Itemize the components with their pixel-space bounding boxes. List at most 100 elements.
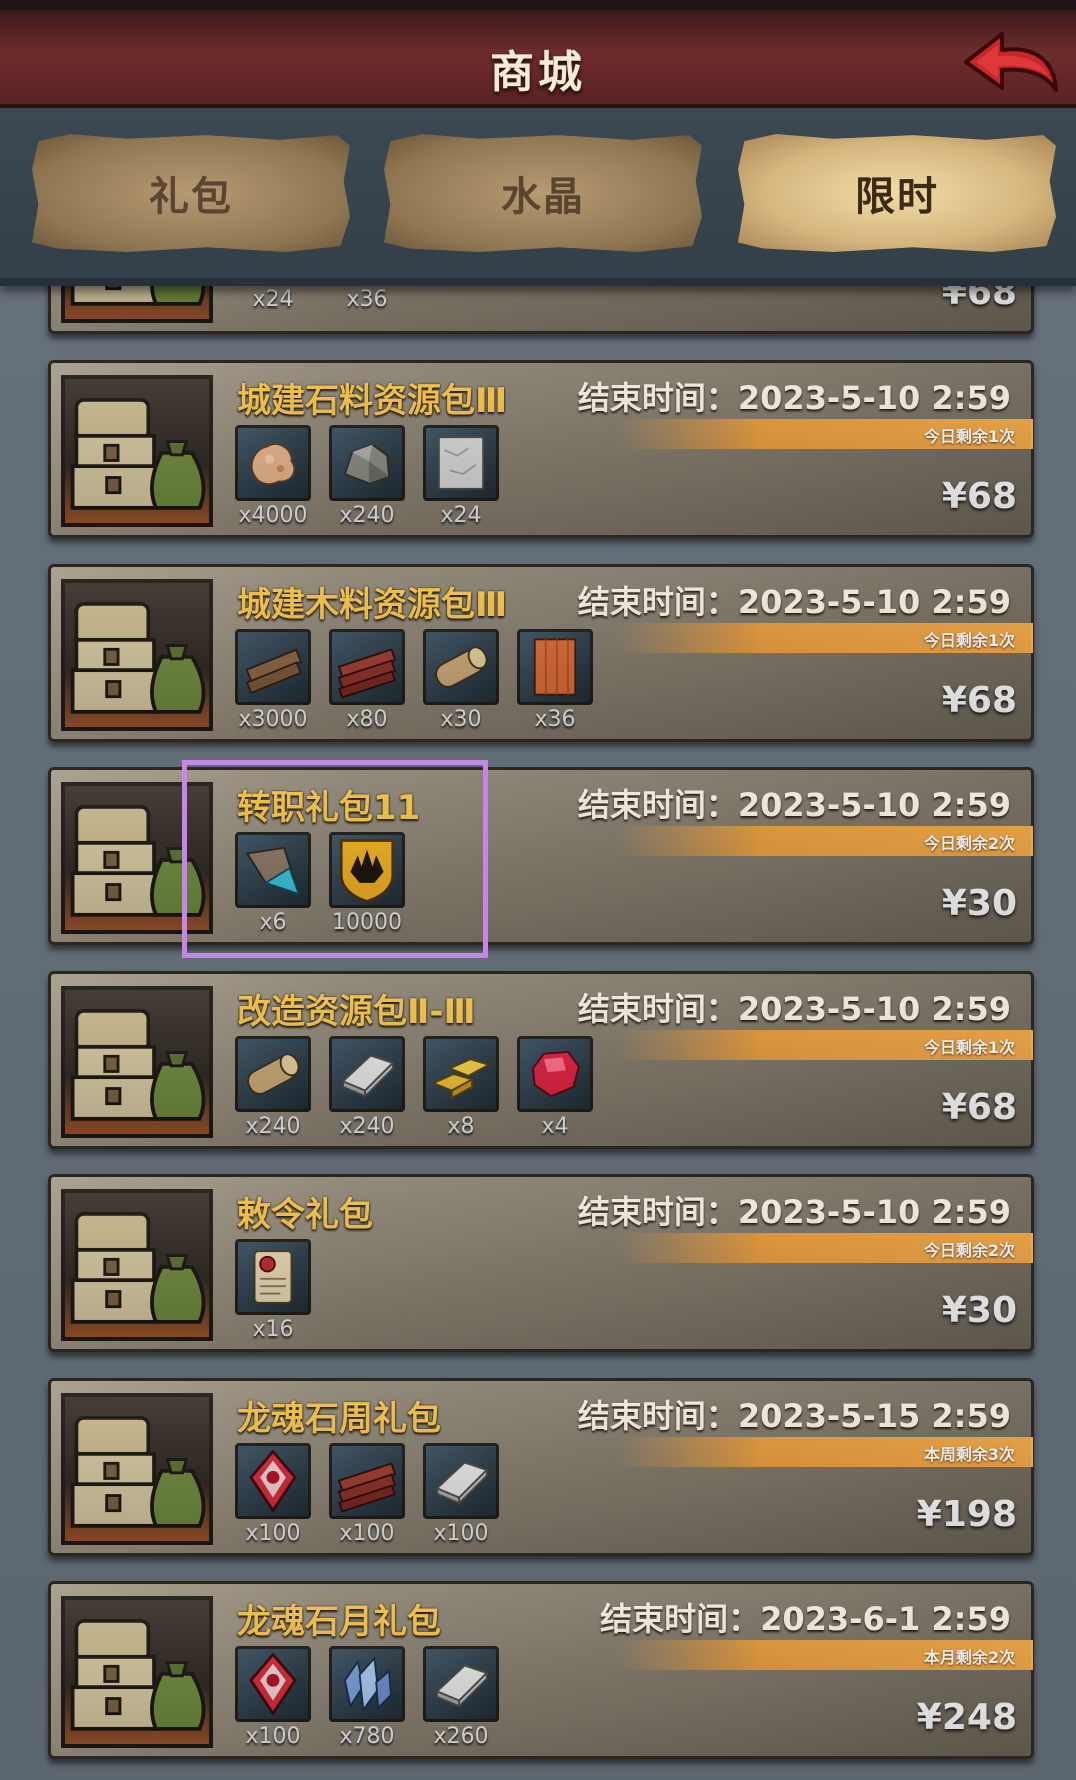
package-name: 城建石料资源包Ⅲ	[237, 381, 508, 421]
chest-icon	[61, 985, 213, 1138]
iron-ingot-icon	[423, 1442, 499, 1519]
price-button[interactable]: ¥248	[917, 1697, 1017, 1738]
tab-limited-time[interactable]: 限时	[738, 134, 1056, 252]
item-quantity: x36	[534, 706, 576, 732]
chest-icon	[61, 1596, 213, 1748]
reward-item[interactable]: x240	[329, 425, 405, 535]
log-icon	[235, 1035, 311, 1112]
item-quantity: x4	[541, 1113, 569, 1139]
reward-item[interactable]: x780	[329, 1646, 405, 1756]
item-quantity: x16	[252, 1317, 294, 1342]
package-name: 龙魂石周礼包	[237, 1398, 441, 1439]
reward-item[interactable]: x80	[329, 628, 405, 739]
reward-item[interactable]: 10000	[329, 832, 405, 942]
package-name: 转职礼包11	[237, 788, 421, 828]
item-quantity: x24	[440, 503, 482, 528]
price-button[interactable]: ¥68	[942, 476, 1017, 517]
package-card[interactable]: 城建木料资源包Ⅲ 结束时间：2023-5-10 2:59 今日剩余1次 x3000 x8…	[48, 563, 1034, 742]
chest-icon	[61, 782, 213, 934]
chest-icon	[61, 286, 213, 323]
end-time-label: 结束时间：2023-5-10 2:59	[577, 989, 1011, 1028]
reward-item[interactable]: x100	[423, 1442, 499, 1553]
marble-block-icon	[423, 425, 499, 501]
reward-item[interactable]: x6	[235, 832, 311, 942]
price-button[interactable]: ¥30	[942, 1290, 1017, 1331]
tab-crystal[interactable]: 水晶	[384, 134, 702, 252]
reward-item[interactable]: x240	[235, 1035, 311, 1146]
reward-item[interactable]: x100	[235, 1646, 311, 1756]
end-time-label: 结束时间：2023-6-1 2:59	[600, 1600, 1011, 1638]
purchase-limit-label: 今日剩余2次	[923, 834, 1015, 853]
package-card[interactable]: 改造资源包Ⅱ-Ⅲ 结束时间：2023-5-10 2:59 今日剩余1次 x240 x24…	[48, 970, 1034, 1149]
chest-icon	[61, 1189, 213, 1341]
ruby-icon	[517, 1035, 593, 1112]
purchase-limit-label: 今日剩余1次	[923, 1037, 1015, 1057]
reward-item[interactable]: x8	[423, 1035, 499, 1146]
purchase-limit-label: 今日剩余1次	[923, 630, 1015, 650]
page-title: 商城	[490, 47, 586, 98]
back-arrow-icon[interactable]	[962, 28, 1060, 100]
reward-item[interactable]: x4000	[235, 425, 311, 535]
reward-item[interactable]: x100	[329, 1442, 405, 1553]
end-time-label: 结束时间：2023-5-10 2:59	[577, 786, 1011, 824]
item-quantity: 10000	[332, 910, 402, 935]
tab-gift-pack[interactable]: 礼包	[32, 134, 350, 252]
reward-item[interactable]: x4	[517, 1035, 593, 1146]
chest-icon	[61, 375, 213, 527]
purchase-limit-strip: 今日剩余1次	[617, 1029, 1033, 1060]
package-card[interactable]: 转职礼包11 结束时间：2023-5-10 2:59 今日剩余2次 x6 10000 ¥3…	[48, 767, 1034, 945]
purchase-limit-strip: 今日剩余2次	[617, 826, 1033, 856]
reward-item[interactable]: x240	[329, 1035, 405, 1146]
item-quantity: x100	[433, 1520, 489, 1546]
chest-icon	[61, 578, 213, 731]
purchase-limit-label: 今日剩余2次	[923, 1241, 1015, 1260]
price-button[interactable]: ¥68	[942, 1087, 1017, 1128]
package-name: 龙魂石月礼包	[237, 1602, 441, 1642]
purchase-limit-strip: 今日剩余2次	[617, 1233, 1033, 1263]
purchase-limit-strip: 今日剩余1次	[617, 419, 1033, 449]
iron-ingot-icon	[329, 1035, 405, 1112]
package-name: 改造资源包Ⅱ-Ⅲ	[237, 991, 476, 1032]
end-time-label: 结束时间：2023-5-10 2:59	[577, 582, 1011, 621]
end-time-label: 结束时间：2023-5-10 2:59	[577, 1193, 1011, 1231]
gold-bars-icon	[423, 1035, 499, 1112]
package-card[interactable]: 敕令礼包 结束时间：2023-5-10 2:59 今日剩余2次 x16 ¥30	[48, 1174, 1034, 1352]
reward-item[interactable]: x30	[423, 628, 499, 739]
wood-board-icon	[517, 628, 593, 705]
package-name: 敕令礼包	[237, 1195, 373, 1235]
reward-item[interactable]: x100	[235, 1442, 311, 1553]
ore-icon	[235, 425, 311, 501]
red-lumber-icon	[329, 628, 405, 705]
purchase-limit-strip: 本月剩余2次	[617, 1640, 1033, 1670]
item-quantity: x36	[346, 287, 388, 312]
price-button[interactable]: ¥68	[942, 680, 1017, 721]
reward-item[interactable]: x24	[423, 425, 499, 535]
iron-ingot-icon	[423, 1646, 499, 1722]
wood-planks-icon	[235, 628, 311, 705]
package-card[interactable]: 城建石料资源包Ⅲ 结束时间：2023-5-10 2:59 今日剩余1次 x4000 x2…	[48, 360, 1034, 538]
package-card-partial[interactable]: x24 x36 ¥68	[48, 286, 1034, 334]
header-bar: 商城	[0, 0, 1076, 108]
scroll-icon	[235, 1239, 311, 1315]
stone-icon	[329, 425, 405, 501]
price-button[interactable]: ¥30	[942, 883, 1017, 924]
package-card[interactable]: 龙魂石周礼包 结束时间：2023-5-15 2:59 本周剩余3次 x100 x100 x…	[48, 1377, 1034, 1556]
end-time-label: 结束时间：2023-5-15 2:59	[577, 1396, 1011, 1435]
price-label: ¥68	[941, 286, 1017, 313]
reward-item[interactable]: x16	[235, 1239, 311, 1349]
dragon-soul-stone-icon	[235, 1442, 311, 1519]
purchase-limit-label: 本月剩余2次	[923, 1648, 1015, 1667]
package-card[interactable]: 龙魂石月礼包 结束时间：2023-6-1 2:59 本月剩余2次 x100 x780 x2…	[48, 1581, 1034, 1759]
package-name: 城建木料资源包Ⅲ	[237, 584, 508, 625]
purchase-limit-strip: 本周剩余3次	[617, 1436, 1033, 1467]
category-tab-bar: 礼包 水晶 限时	[0, 108, 1076, 286]
crystal-shard-icon	[235, 832, 311, 908]
chest-icon	[61, 1392, 213, 1545]
blue-crystal-icon	[329, 1646, 405, 1722]
reward-item[interactable]: x3000	[235, 628, 311, 739]
reward-item[interactable]: x260	[423, 1646, 499, 1756]
price-button[interactable]: ¥198	[917, 1494, 1017, 1535]
reward-item[interactable]: x36	[517, 628, 593, 739]
red-lumber-icon	[329, 1442, 405, 1519]
package-list[interactable]: x24 x36 ¥68 城建石料资源包Ⅲ 结束时间：2023-5-10 2:59 今…	[0, 286, 1076, 1780]
